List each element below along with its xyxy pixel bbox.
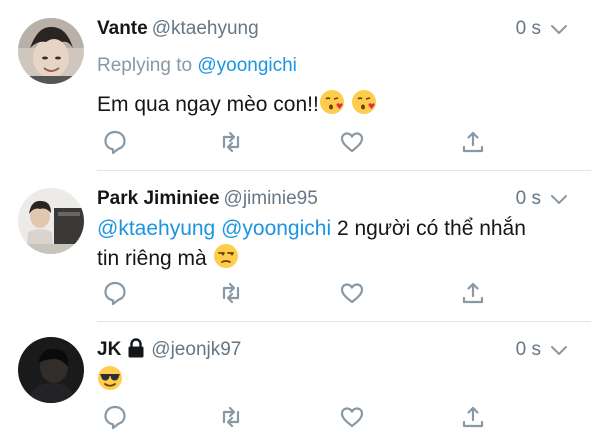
tweet-park-jiminiee[interactable]: Park Jiminiee @jiminie95 0 s @ktaehyung @… [0, 171, 591, 322]
like-icon[interactable] [339, 129, 365, 155]
tweet-text: Em qua ngay mèo con!! [97, 89, 577, 123]
display-name[interactable]: JK [97, 339, 121, 360]
retweet-icon[interactable] [218, 404, 244, 430]
display-name[interactable]: Park Jiminiee [97, 188, 220, 209]
share-icon[interactable] [460, 404, 486, 430]
tweet-time[interactable]: 0 s [516, 16, 541, 42]
tweet-time[interactable]: 0 s [516, 186, 541, 212]
retweet-icon[interactable] [218, 280, 244, 306]
avatar-park-jiminiee[interactable] [18, 188, 84, 254]
avatar-vante[interactable] [18, 18, 84, 84]
user-handle[interactable]: @jeonjk97 [151, 339, 241, 360]
chevron-down-icon[interactable] [549, 340, 569, 360]
tweet-text-content: tin riêng mà [97, 247, 213, 270]
tweet-vante[interactable]: Vante @ktaehyung 0 s Replying to @yoongic… [0, 0, 591, 170]
reply-icon[interactable] [102, 280, 128, 306]
kissing-face-heart-emoji [351, 89, 377, 123]
tweet-text: @ktaehyung @yoongichi 2 người có thể nhắ… [97, 214, 577, 277]
kissing-face-heart-emoji [319, 89, 345, 123]
tweet-text [97, 365, 577, 399]
chevron-down-icon[interactable] [549, 189, 569, 209]
author-line: Vante @ktaehyung [97, 16, 259, 42]
mention-link[interactable]: @yoongichi [221, 217, 331, 240]
replying-to: Replying to @yoongichi [97, 53, 297, 79]
tweet-jk[interactable]: JK @jeonjk97 0 s [0, 322, 591, 444]
lock-icon [128, 338, 144, 358]
mention-link[interactable]: @ktaehyung [97, 217, 215, 240]
share-icon[interactable] [460, 129, 486, 155]
tweet-time[interactable]: 0 s [516, 337, 541, 363]
replying-label: Replying to [97, 55, 198, 76]
tweet-text-content: 2 người có thể nhắn [331, 217, 526, 240]
display-name[interactable]: Vante [97, 18, 148, 39]
like-icon[interactable] [339, 404, 365, 430]
tweet-text-content: Em qua ngay mèo con!! [97, 93, 319, 116]
sunglasses-face-emoji [97, 365, 123, 399]
reply-icon[interactable] [102, 129, 128, 155]
share-icon[interactable] [460, 280, 486, 306]
user-handle[interactable]: @jiminie95 [224, 188, 318, 209]
avatar-jk[interactable] [18, 337, 84, 403]
reply-icon[interactable] [102, 404, 128, 430]
tweet-actions [97, 404, 497, 430]
author-line: JK @jeonjk97 [97, 337, 241, 363]
user-handle[interactable]: @ktaehyung [152, 18, 259, 39]
like-icon[interactable] [339, 280, 365, 306]
tweet-actions [97, 280, 497, 306]
tweet-actions [97, 129, 497, 155]
author-line: Park Jiminiee @jiminie95 [97, 186, 318, 212]
chevron-down-icon[interactable] [549, 19, 569, 39]
mention-link[interactable]: @yoongichi [197, 55, 297, 76]
retweet-icon[interactable] [218, 129, 244, 155]
unamused-face-emoji [213, 243, 239, 277]
